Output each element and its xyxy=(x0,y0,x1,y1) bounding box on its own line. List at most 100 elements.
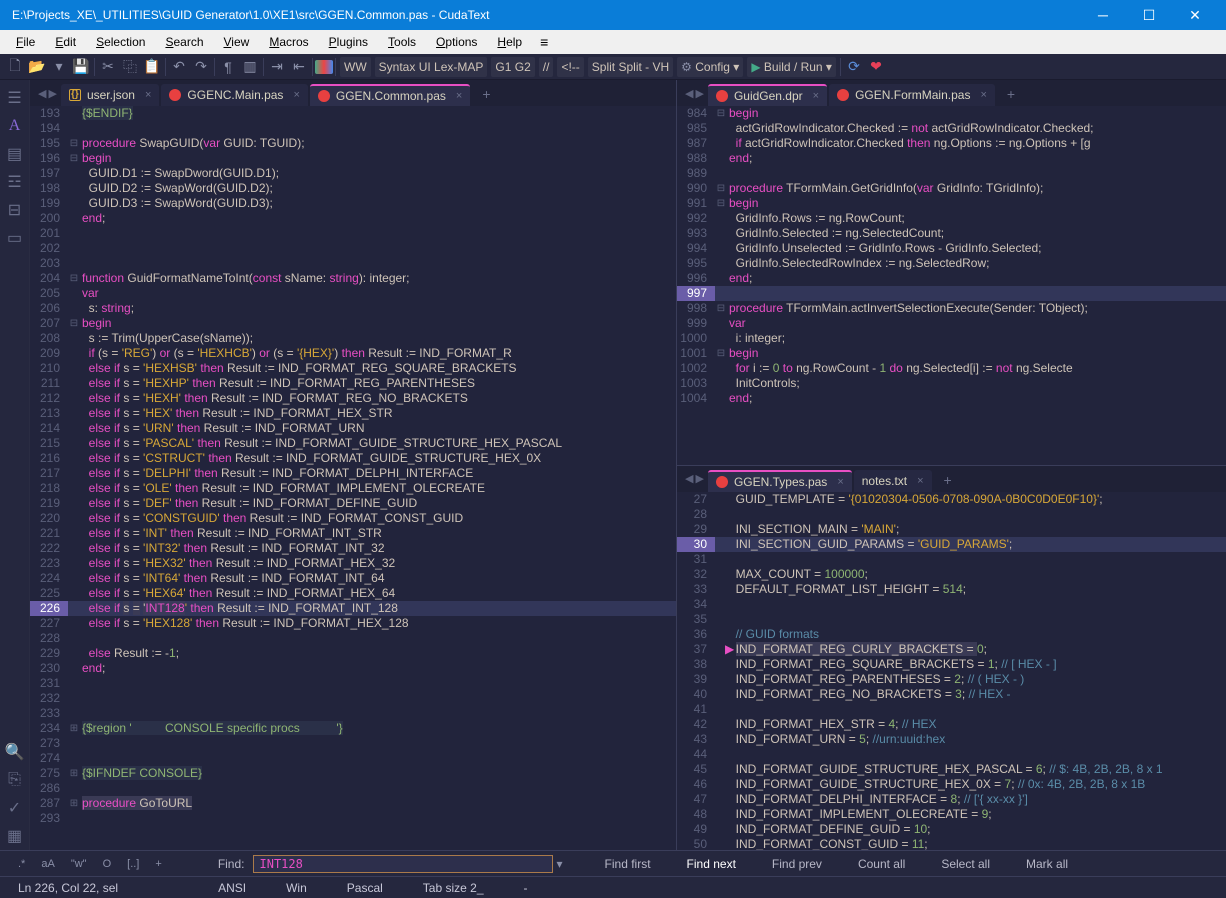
split-vh-btn[interactable]: Split - VH xyxy=(618,60,669,74)
fold-icon[interactable] xyxy=(715,166,727,181)
code-line[interactable]: 223 else if s = 'HEX32' then Result := I… xyxy=(30,556,676,571)
fold-icon[interactable] xyxy=(68,196,80,211)
find-history-dropdown[interactable]: ▾ xyxy=(553,857,567,871)
code-line[interactable]: 36 // GUID formats xyxy=(677,627,1226,642)
save-icon[interactable]: 💾 xyxy=(70,56,92,78)
fold-icon[interactable]: ⊟ xyxy=(715,196,727,211)
tab-add[interactable]: + xyxy=(934,468,962,492)
fold-icon[interactable]: ⊞ xyxy=(68,766,80,781)
code-line[interactable]: 37▶ IND_FORMAT_REG_CURLY_BRACKETS = 0; xyxy=(677,642,1226,657)
code-line[interactable]: 216 else if s = 'CSTRUCT' then Result :=… xyxy=(30,451,676,466)
split-group[interactable]: Split Split - VH xyxy=(588,57,673,77)
fold-icon[interactable] xyxy=(715,552,727,567)
code-line[interactable]: 275⊞{$IFNDEF CONSOLE} xyxy=(30,766,676,781)
code-line[interactable]: 38 IND_FORMAT_REG_SQUARE_BRACKETS = 1; /… xyxy=(677,657,1226,672)
tab-close-icon[interactable]: × xyxy=(813,90,819,102)
code-line[interactable]: 224 else if s = 'INT64' then Result := I… xyxy=(30,571,676,586)
code-line[interactable]: 31 xyxy=(677,552,1226,567)
find-more-opt[interactable]: + xyxy=(147,856,169,872)
fold-icon[interactable] xyxy=(715,361,727,376)
color-icon[interactable] xyxy=(315,60,333,74)
fold-icon[interactable] xyxy=(68,286,80,301)
close-button[interactable]: ✕ xyxy=(1172,0,1218,30)
find-word-opt[interactable]: "w" xyxy=(63,856,95,872)
indent-icon[interactable]: ⇥ xyxy=(266,56,288,78)
tab[interactable]: notes.txt× xyxy=(854,470,932,492)
fold-icon[interactable]: ⊟ xyxy=(68,271,80,286)
code-line[interactable]: 273 xyxy=(30,736,676,751)
fold-icon[interactable]: ⊞ xyxy=(68,721,80,736)
fold-icon[interactable] xyxy=(715,331,727,346)
tab[interactable]: GuidGen.dpr× xyxy=(708,84,827,106)
code-line[interactable]: 217 else if s = 'DELPHI' then Result := … xyxy=(30,466,676,481)
code-line[interactable]: 274 xyxy=(30,751,676,766)
fold-icon[interactable] xyxy=(715,822,727,837)
fold-icon[interactable]: ⊟ xyxy=(715,106,727,121)
code-line[interactable]: 206 s: string; xyxy=(30,301,676,316)
fold-icon[interactable] xyxy=(715,732,727,747)
fold-icon[interactable] xyxy=(68,376,80,391)
fold-icon[interactable]: ⊟ xyxy=(68,151,80,166)
code-line[interactable]: 40 IND_FORMAT_REG_NO_BRACKETS = 3; // HE… xyxy=(677,687,1226,702)
outline-icon[interactable]: ⊟ xyxy=(2,197,28,223)
menu-help[interactable]: Help xyxy=(487,33,532,51)
fold-icon[interactable] xyxy=(715,391,727,406)
menu-plugins[interactable]: Plugins xyxy=(319,33,378,51)
tab-close-icon[interactable]: × xyxy=(917,475,923,487)
tab-add[interactable]: + xyxy=(472,82,500,106)
menu-options[interactable]: Options xyxy=(426,33,487,51)
fold-icon[interactable] xyxy=(68,391,80,406)
fold-icon[interactable] xyxy=(715,316,727,331)
fold-icon[interactable] xyxy=(68,241,80,256)
code-line[interactable]: 229 else Result := -1; xyxy=(30,646,676,661)
groups-toggle[interactable]: G1 G2 xyxy=(491,57,534,77)
code-line[interactable]: 32 MAX_COUNT = 100000; xyxy=(677,567,1226,582)
files-icon[interactable]: ▤ xyxy=(2,141,28,167)
code-line[interactable]: 990⊟procedure TFormMain.GetGridInfo(var … xyxy=(677,181,1226,196)
code-line[interactable]: 203 xyxy=(30,256,676,271)
tabs-icon[interactable]: ▭ xyxy=(2,225,28,251)
fold-icon[interactable] xyxy=(715,792,727,807)
fold-icon[interactable] xyxy=(68,166,80,181)
code-line[interactable]: 228 xyxy=(30,631,676,646)
code-line[interactable]: 993 GridInfo.Selected := ng.SelectedCoun… xyxy=(677,226,1226,241)
code-line[interactable]: 42 IND_FORMAT_HEX_STR = 4; // HEX xyxy=(677,717,1226,732)
fold-icon[interactable] xyxy=(68,556,80,571)
fold-icon[interactable] xyxy=(715,657,727,672)
find-next-btn[interactable]: Find next xyxy=(669,855,754,873)
code-line[interactable]: 44 xyxy=(677,747,1226,762)
code-line[interactable]: 996end; xyxy=(677,271,1226,286)
code-line[interactable]: 198 GUID.D2 := SwapWord(GUID.D2); xyxy=(30,181,676,196)
find-case-opt[interactable]: aA xyxy=(33,856,62,872)
fold-icon[interactable] xyxy=(68,526,80,541)
menu-tools[interactable]: Tools xyxy=(378,33,426,51)
tab-close-icon[interactable]: × xyxy=(145,89,151,101)
code-line[interactable]: 1003 InitControls; xyxy=(677,376,1226,391)
code-line[interactable]: 232 xyxy=(30,691,676,706)
console-icon[interactable]: ▦ xyxy=(2,823,28,849)
font-icon[interactable]: A xyxy=(2,113,28,139)
fold-icon[interactable] xyxy=(68,631,80,646)
menu-search[interactable]: Search xyxy=(155,33,213,51)
fold-icon[interactable] xyxy=(68,481,80,496)
select-all-btn[interactable]: Select all xyxy=(923,855,1008,873)
status-tabsize[interactable]: Tab size 2_ xyxy=(403,881,504,895)
find-regex-opt[interactable]: .* xyxy=(10,856,33,872)
fold-icon[interactable] xyxy=(715,837,727,851)
code-line[interactable]: 233 xyxy=(30,706,676,721)
fold-icon[interactable] xyxy=(715,256,727,271)
undo-icon[interactable]: ↶ xyxy=(168,56,190,78)
ui-btn[interactable]: UI xyxy=(419,60,431,74)
g2-btn[interactable]: G2 xyxy=(515,60,531,74)
fold-icon[interactable] xyxy=(68,736,80,751)
fold-icon[interactable] xyxy=(715,597,727,612)
tab-close-icon[interactable]: × xyxy=(456,90,462,102)
code-line[interactable]: 205var xyxy=(30,286,676,301)
code-line[interactable]: 48 IND_FORMAT_IMPLEMENT_OLECREATE = 9; xyxy=(677,807,1226,822)
fold-icon[interactable] xyxy=(68,751,80,766)
code-line[interactable]: 193{$ENDIF} xyxy=(30,106,676,121)
fold-icon[interactable] xyxy=(68,616,80,631)
tab-close-icon[interactable]: × xyxy=(293,89,299,101)
fold-icon[interactable] xyxy=(68,226,80,241)
redo-icon[interactable]: ↷ xyxy=(190,56,212,78)
